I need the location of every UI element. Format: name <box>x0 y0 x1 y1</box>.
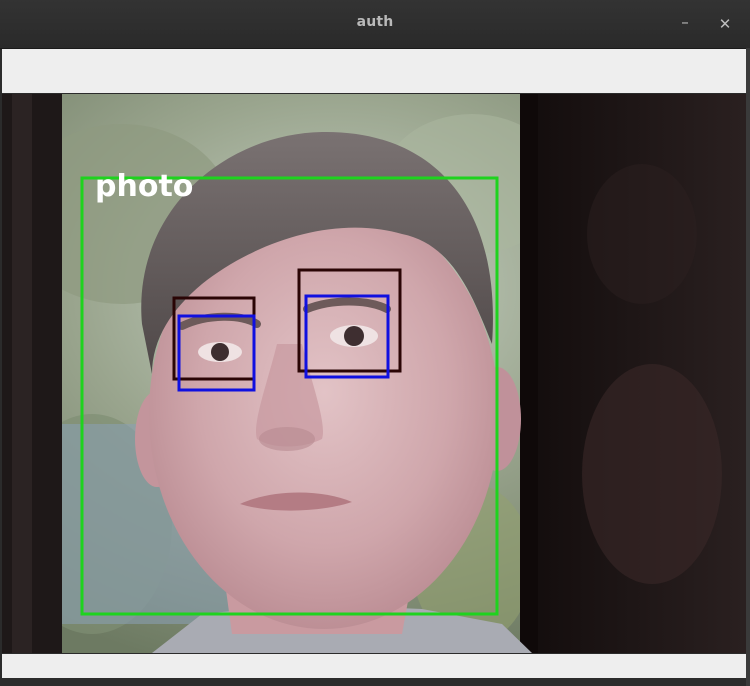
close-button[interactable]: ✕ <box>713 12 737 36</box>
window-title: auth <box>356 14 394 30</box>
camera-viewport: photo <box>2 94 746 653</box>
detection-label: photo <box>95 169 193 204</box>
toolbar-area <box>2 49 746 93</box>
status-bar <box>2 654 746 678</box>
title-bar[interactable]: auth – ✕ <box>0 0 750 49</box>
app-window: auth – ✕ photo <box>0 0 750 686</box>
window-edge <box>746 48 750 686</box>
camera-image: photo <box>2 94 746 653</box>
minimize-button[interactable]: – <box>673 10 697 34</box>
